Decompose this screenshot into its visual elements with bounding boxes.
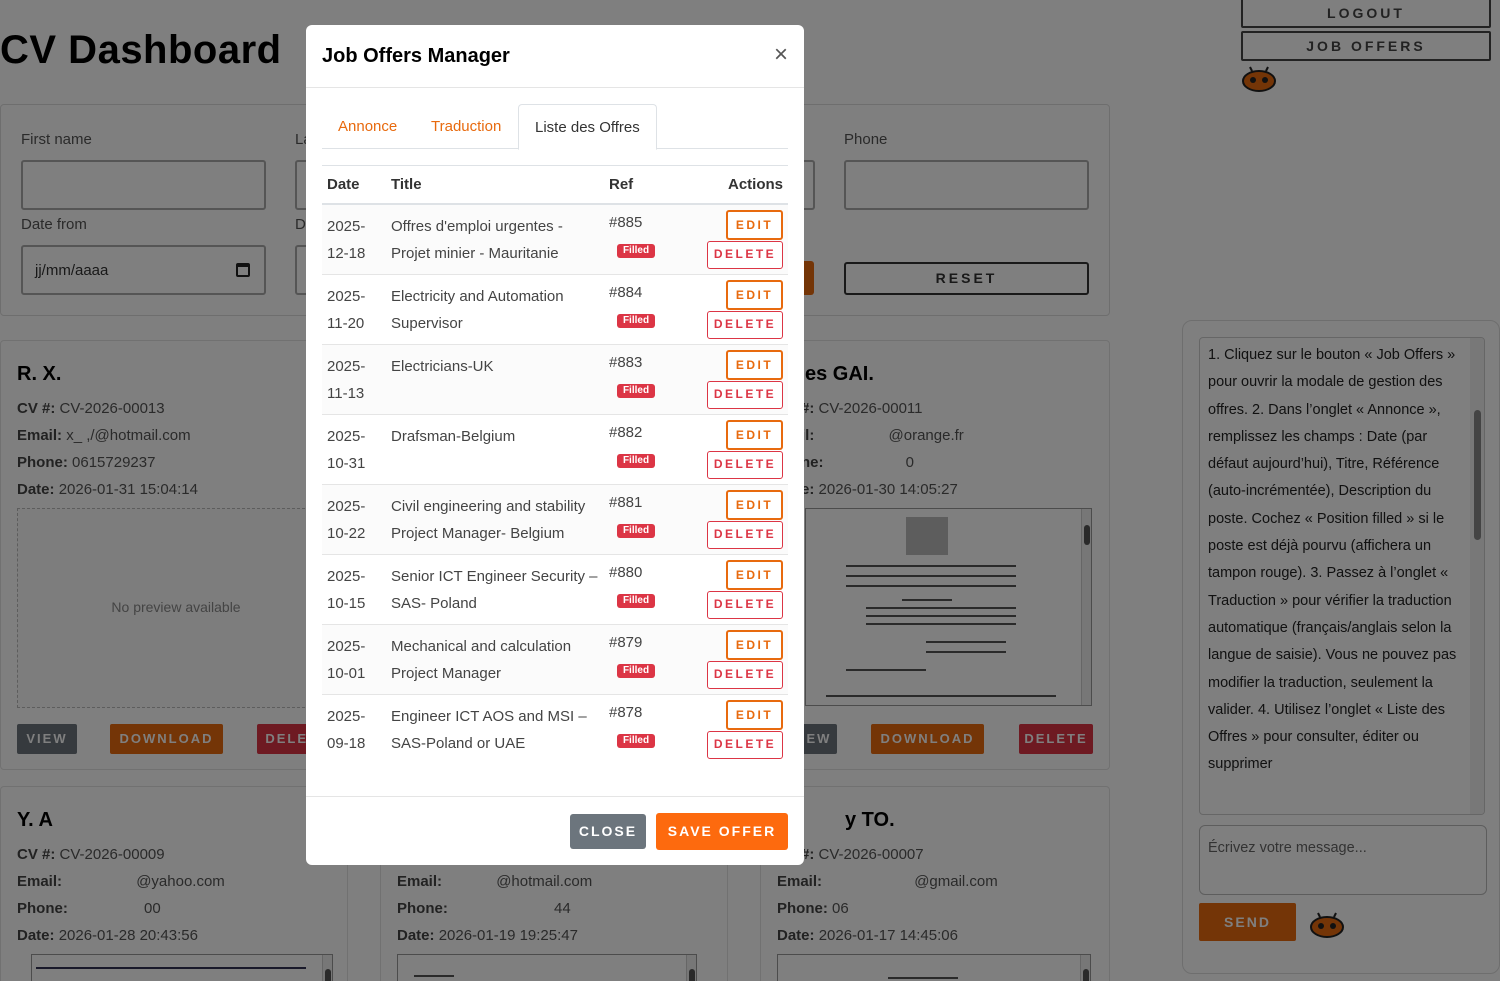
delete-button[interactable]: DELETE	[707, 381, 783, 409]
offer-ref: #884	[609, 284, 643, 301]
offer-date: 2025-10-22	[327, 498, 366, 542]
table-row: 2025-11-13 Electricians-UK #883 Filled E…	[322, 345, 788, 415]
table-header: Date Title Ref Actions	[322, 165, 788, 205]
offer-ref: #878	[609, 704, 643, 721]
offer-date: 2025-10-15	[327, 568, 366, 612]
column-ref: Ref	[609, 176, 634, 193]
filled-badge: Filled	[617, 454, 655, 468]
offer-date: 2025-11-13	[327, 358, 366, 402]
edit-button[interactable]: EDIT	[726, 350, 783, 380]
offer-date: 2025-09-18	[327, 708, 366, 752]
filled-badge: Filled	[617, 314, 655, 328]
filled-badge: Filled	[617, 244, 655, 258]
delete-button[interactable]: DELETE	[707, 311, 783, 339]
delete-button[interactable]: DELETE	[707, 661, 783, 689]
delete-button[interactable]: DELETE	[707, 731, 783, 759]
delete-button[interactable]: DELETE	[707, 591, 783, 619]
offer-title: Mechanical and calculation Project Manag…	[391, 638, 572, 682]
tab-annonce[interactable]: Annonce	[322, 104, 413, 149]
delete-button[interactable]: DELETE	[707, 241, 783, 269]
save-offer-button[interactable]: SAVE OFFER	[656, 813, 788, 850]
close-icon[interactable]: ×	[774, 43, 788, 67]
offer-title: Civil engineering and stability Project …	[391, 498, 586, 542]
offer-date: 2025-12-18	[327, 218, 366, 262]
edit-button[interactable]: EDIT	[726, 630, 783, 660]
table-row: 2025-09-18 Engineer ICT AOS and MSI – SA…	[322, 695, 788, 765]
offer-ref: #881	[609, 494, 643, 511]
edit-button[interactable]: EDIT	[726, 560, 783, 590]
modal-title: Job Offers Manager	[322, 45, 510, 67]
filled-badge: Filled	[617, 664, 655, 678]
table-row: 2025-10-22 Civil engineering and stabili…	[322, 485, 788, 555]
offer-ref: #882	[609, 424, 643, 441]
delete-button[interactable]: DELETE	[707, 451, 783, 479]
table-body: 2025-12-18 Offres d'emploi urgentes - Pr…	[322, 205, 788, 765]
edit-button[interactable]: EDIT	[726, 490, 783, 520]
filled-badge: Filled	[617, 734, 655, 748]
offer-date: 2025-10-31	[327, 428, 366, 472]
delete-button[interactable]: DELETE	[707, 521, 783, 549]
job-offers-modal: Job Offers Manager × Annonce Traduction …	[306, 25, 804, 865]
offers-table: Date Title Ref Actions 2025-12-18 Offres…	[322, 165, 788, 765]
column-date: Date	[327, 176, 360, 193]
offer-ref: #883	[609, 354, 643, 371]
offer-title: Electricians-UK	[391, 358, 494, 375]
tab-traduction[interactable]: Traduction	[415, 104, 517, 149]
table-row: 2025-12-18 Offres d'emploi urgentes - Pr…	[322, 205, 788, 275]
offer-title: Offres d'emploi urgentes - Projet minier…	[391, 218, 563, 262]
offer-ref: #885	[609, 214, 643, 231]
edit-button[interactable]: EDIT	[726, 700, 783, 730]
offer-ref: #879	[609, 634, 643, 651]
offer-ref: #880	[609, 564, 643, 581]
offer-title: Engineer ICT AOS and MSI – SAS-Poland or…	[391, 708, 587, 752]
offer-title: Senior ICT Engineer Security – SAS- Pola…	[391, 568, 598, 612]
offer-title: Electricity and Automation Supervisor	[391, 288, 564, 332]
edit-button[interactable]: EDIT	[726, 210, 783, 240]
offer-date: 2025-11-20	[327, 288, 366, 332]
offer-date: 2025-10-01	[327, 638, 366, 682]
table-row: 2025-10-15 Senior ICT Engineer Security …	[322, 555, 788, 625]
column-title: Title	[391, 176, 422, 193]
modal-tabs: Annonce Traduction Liste des Offres	[322, 104, 788, 150]
edit-button[interactable]: EDIT	[726, 420, 783, 450]
table-row: 2025-11-20 Electricity and Automation Su…	[322, 275, 788, 345]
close-button[interactable]: CLOSE	[570, 814, 646, 849]
filled-badge: Filled	[617, 594, 655, 608]
tab-liste-des-offres[interactable]: Liste des Offres	[518, 104, 657, 150]
table-row: 2025-10-01 Mechanical and calculation Pr…	[322, 625, 788, 695]
offer-title: Drafsman-Belgium	[391, 428, 516, 445]
modal-header: Job Offers Manager ×	[306, 25, 804, 88]
modal-footer: CLOSE SAVE OFFER	[306, 796, 804, 865]
column-actions: Actions	[727, 176, 783, 193]
filled-badge: Filled	[617, 384, 655, 398]
edit-button[interactable]: EDIT	[726, 280, 783, 310]
filled-badge: Filled	[617, 524, 655, 538]
table-row: 2025-10-31 Drafsman-Belgium #882 Filled …	[322, 415, 788, 485]
